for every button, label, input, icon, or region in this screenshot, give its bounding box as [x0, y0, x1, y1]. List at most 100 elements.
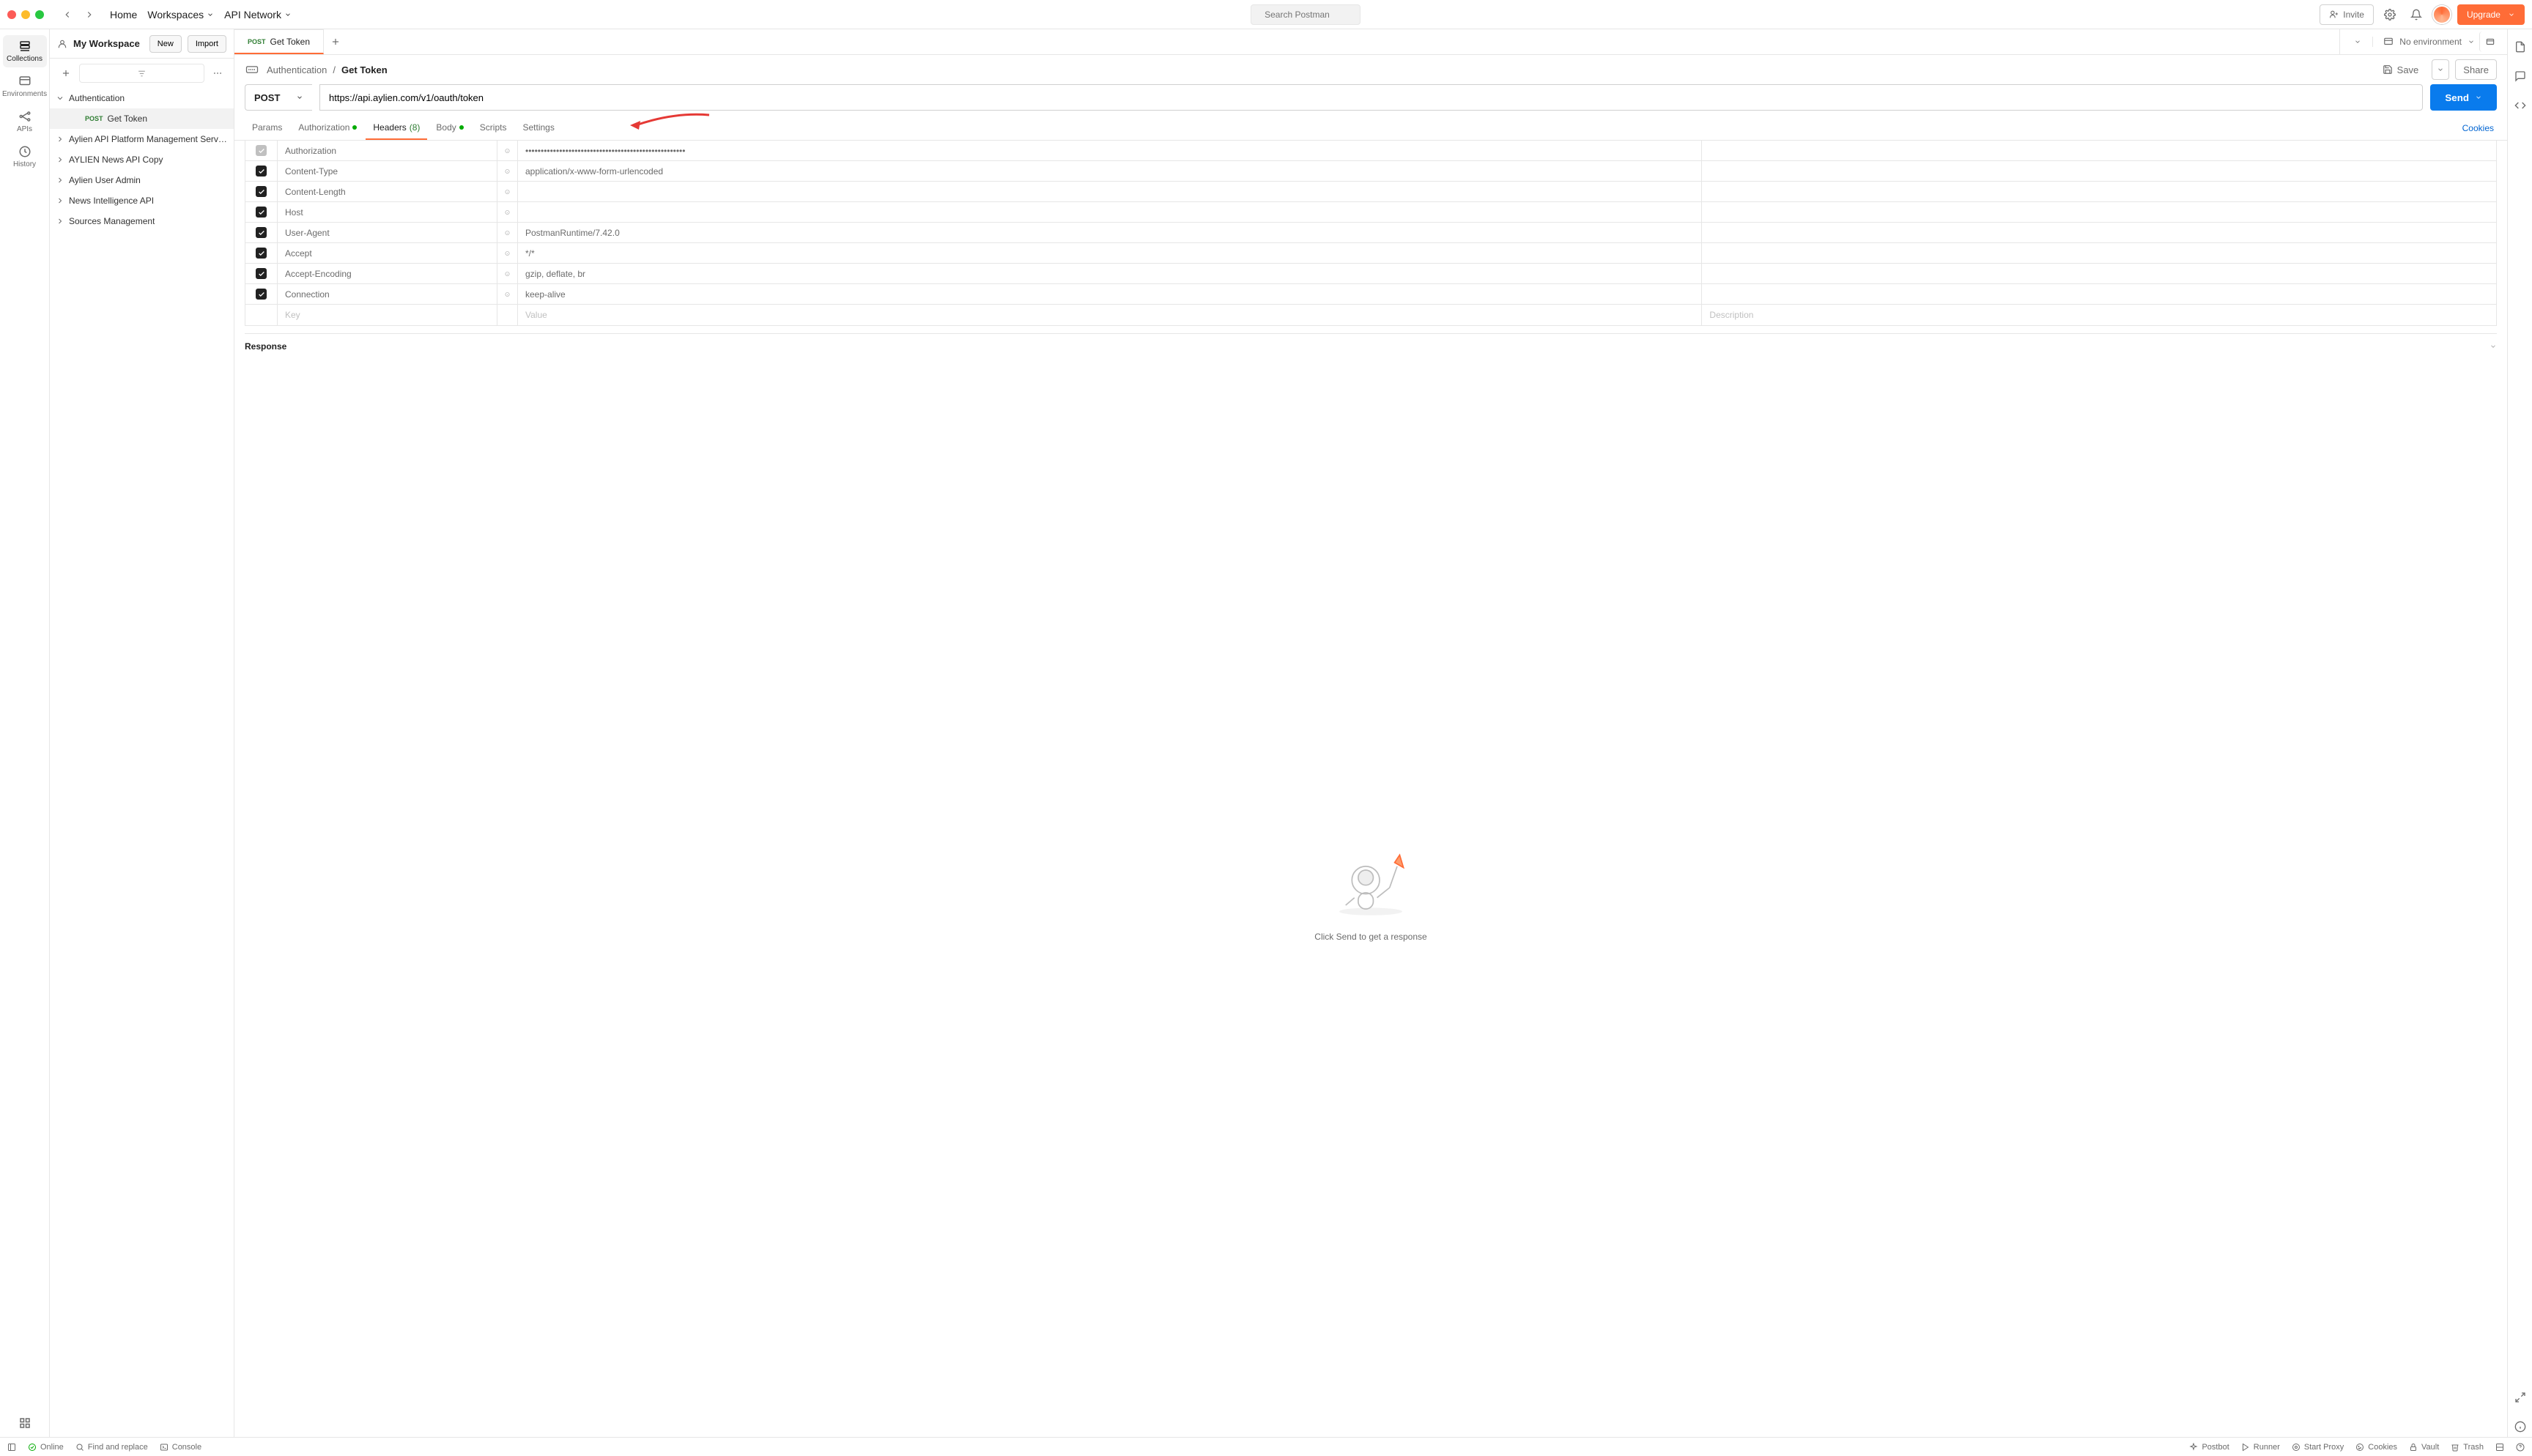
header-info-button[interactable]: [497, 161, 518, 181]
footer-help[interactable]: [2516, 1443, 2525, 1452]
header-description[interactable]: [1702, 182, 2496, 201]
header-checkbox[interactable]: [256, 186, 267, 197]
header-value[interactable]: keep-alive: [518, 284, 1702, 304]
header-row[interactable]: Accept-Encoding gzip, deflate, br: [245, 264, 2496, 284]
right-rail-docs[interactable]: [2510, 37, 2531, 57]
search-input[interactable]: [1265, 10, 1378, 20]
new-tab-button[interactable]: [324, 37, 347, 47]
header-row[interactable]: Host: [245, 202, 2496, 223]
footer-online[interactable]: Online: [28, 1443, 64, 1452]
header-desc-placeholder[interactable]: Description: [1702, 305, 2496, 325]
settings-button[interactable]: [2380, 4, 2400, 25]
subtab-scripts[interactable]: Scripts: [473, 116, 514, 140]
notifications-button[interactable]: [2406, 4, 2426, 25]
header-row[interactable]: Connection keep-alive: [245, 284, 2496, 305]
header-info-button[interactable]: [497, 264, 518, 283]
window-close[interactable]: [7, 10, 16, 19]
tree-request-get-token[interactable]: POST Get Token: [50, 108, 234, 129]
request-tab-get-token[interactable]: POST Get Token: [234, 29, 324, 54]
footer-layout[interactable]: [2495, 1443, 2504, 1452]
subtab-headers[interactable]: Headers (8): [366, 116, 427, 140]
right-rail-comments[interactable]: [2510, 66, 2531, 86]
response-collapse-button[interactable]: [2490, 343, 2497, 350]
header-info-button[interactable]: [497, 284, 518, 304]
header-description[interactable]: [1702, 284, 2496, 304]
sidebar-more-button[interactable]: [207, 63, 228, 83]
header-description[interactable]: [1702, 161, 2496, 181]
upgrade-button[interactable]: Upgrade: [2457, 4, 2525, 25]
tabs-dropdown-button[interactable]: [2347, 31, 2368, 52]
header-key[interactable]: Content-Length: [278, 182, 497, 201]
tree-folder[interactable]: Sources Management: [50, 211, 234, 231]
save-button[interactable]: Save: [2375, 59, 2426, 80]
footer-postbot[interactable]: Postbot: [2189, 1443, 2229, 1452]
header-checkbox[interactable]: [256, 207, 267, 218]
new-button[interactable]: New: [149, 35, 182, 53]
header-info-button[interactable]: [497, 182, 518, 201]
header-value[interactable]: [518, 202, 1702, 222]
nav-api-network[interactable]: API Network: [224, 9, 292, 21]
header-key[interactable]: Accept-Encoding: [278, 264, 497, 283]
invite-button[interactable]: Invite: [2320, 4, 2374, 25]
header-row-new[interactable]: Key ValueDescription: [245, 305, 2496, 325]
header-info-button[interactable]: [497, 202, 518, 222]
header-info-button[interactable]: [497, 243, 518, 263]
rail-apis[interactable]: APIs: [3, 105, 47, 138]
header-value[interactable]: */*: [518, 243, 1702, 263]
header-value[interactable]: PostmanRuntime/7.42.0: [518, 223, 1702, 242]
create-collection-button[interactable]: [56, 63, 76, 83]
environment-quicklook-button[interactable]: [2479, 31, 2500, 52]
url-input[interactable]: [319, 84, 2423, 111]
method-select[interactable]: POST: [245, 84, 312, 111]
footer-runner[interactable]: Runner: [2241, 1443, 2280, 1452]
header-key[interactable]: Host: [278, 202, 497, 222]
tree-folder[interactable]: News Intelligence API: [50, 190, 234, 211]
tree-folder-authentication[interactable]: Authentication: [50, 88, 234, 108]
nav-workspaces[interactable]: Workspaces: [147, 9, 214, 21]
header-description[interactable]: [1702, 243, 2496, 263]
nav-forward-button[interactable]: [79, 4, 100, 25]
header-checkbox[interactable]: [256, 248, 267, 259]
subtab-params[interactable]: Params: [245, 116, 289, 140]
header-value[interactable]: [518, 182, 1702, 201]
send-button[interactable]: Send: [2430, 84, 2497, 111]
right-rail-expand[interactable]: [2510, 1387, 2531, 1408]
header-row[interactable]: User-AgentPostmanRuntime/7.42.0: [245, 223, 2496, 243]
header-checkbox[interactable]: [256, 268, 267, 279]
footer-proxy[interactable]: Start Proxy: [2292, 1443, 2344, 1452]
header-info-button[interactable]: [497, 223, 518, 242]
footer-trash[interactable]: Trash: [2451, 1443, 2484, 1452]
subtab-settings[interactable]: Settings: [515, 116, 561, 140]
tree-folder[interactable]: AYLIEN News API Copy: [50, 149, 234, 170]
footer-console[interactable]: Console: [160, 1443, 201, 1452]
header-value[interactable]: application/x-www-form-urlencoded: [518, 161, 1702, 181]
save-dropdown-button[interactable]: [2432, 59, 2449, 80]
header-row[interactable]: Accept */*: [245, 243, 2496, 264]
header-description[interactable]: [1702, 202, 2496, 222]
global-search[interactable]: [1251, 4, 1361, 25]
footer-cookies[interactable]: Cookies: [2355, 1443, 2397, 1452]
header-key[interactable]: Authorization: [278, 141, 497, 160]
window-minimize[interactable]: [21, 10, 30, 19]
share-button[interactable]: Share: [2455, 59, 2497, 80]
cookies-link[interactable]: Cookies: [2459, 117, 2497, 139]
environment-select[interactable]: No environment: [2372, 37, 2475, 47]
header-key[interactable]: Accept: [278, 243, 497, 263]
nav-back-button[interactable]: [57, 4, 78, 25]
header-description[interactable]: [1702, 223, 2496, 242]
header-row[interactable]: Content-Length: [245, 182, 2496, 202]
header-key[interactable]: Connection: [278, 284, 497, 304]
header-description[interactable]: [1702, 141, 2496, 160]
header-value-placeholder[interactable]: Value: [518, 305, 1702, 325]
rail-collections[interactable]: Collections: [3, 35, 47, 67]
window-zoom[interactable]: [35, 10, 44, 19]
tree-folder[interactable]: Aylien API Platform Management Serv…: [50, 129, 234, 149]
header-description[interactable]: [1702, 264, 2496, 283]
header-checkbox[interactable]: [256, 289, 267, 300]
footer-find-replace[interactable]: Find and replace: [75, 1443, 148, 1452]
header-key-placeholder[interactable]: Key: [278, 305, 497, 325]
header-checkbox[interactable]: [256, 166, 267, 177]
header-checkbox[interactable]: [256, 145, 267, 156]
header-value[interactable]: gzip, deflate, br: [518, 264, 1702, 283]
tree-folder[interactable]: Aylien User Admin: [50, 170, 234, 190]
